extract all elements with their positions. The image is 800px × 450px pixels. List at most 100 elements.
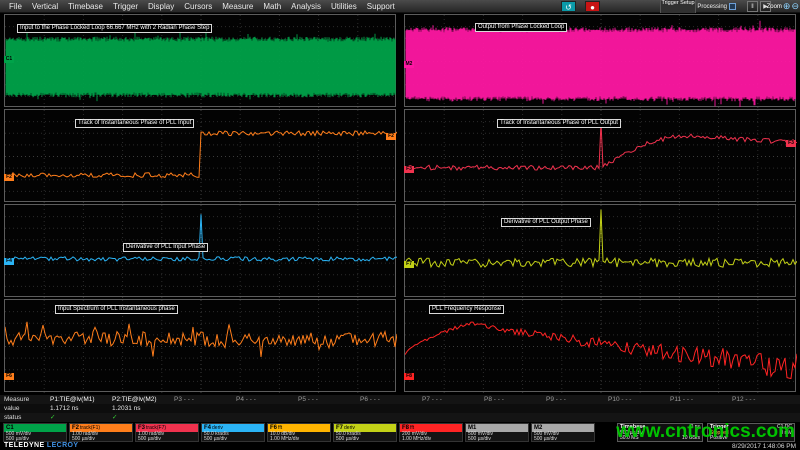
- panel-input-spectrum: Input Spectrum of PLL Instantaneous phas…: [4, 299, 396, 392]
- menu-item-display[interactable]: Display: [143, 0, 179, 13]
- zoom-out-icon[interactable]: ⊖: [791, 1, 799, 12]
- descriptor-F6[interactable]: F6fft10.0 dB/div1.00 MHz/div: [267, 423, 331, 442]
- brand-logo: TELEDYNE LECROY: [4, 442, 78, 449]
- processing-indicator: Processing: [697, 3, 736, 10]
- panel-title-deriv-output: Derivative of PLL Output Phase: [501, 218, 591, 227]
- measure-name-P10[interactable]: P10 - - -: [608, 395, 670, 404]
- panel-track-input: Track of Instantaneous Phase of PLL Inpu…: [4, 109, 396, 202]
- measure-name-P4[interactable]: P4 - - -: [236, 395, 298, 404]
- trace-tag-F4[interactable]: F4: [4, 258, 14, 265]
- waveform-deriv-output: [405, 205, 797, 298]
- measure-name-P7[interactable]: P7 - - -: [422, 395, 484, 404]
- measure-value-P6: [360, 404, 422, 413]
- descriptor-M2[interactable]: M2500 mV/div500 µs/div: [531, 423, 595, 442]
- panel-title-pll-output: Output from Phase Locked Loop: [475, 23, 567, 32]
- measure-status-P1: ✓: [50, 413, 112, 422]
- measure-value-P10: [608, 404, 670, 413]
- panel-deriv-input: Derivative of PLL Input Phase F4: [4, 204, 396, 297]
- panel-pll-input: Input to the Phase Locked Loop 66.667 MH…: [4, 14, 396, 107]
- measure-name-P8[interactable]: P8 - - -: [484, 395, 546, 404]
- panel-title-pll-input: Input to the Phase Locked Loop 66.667 MH…: [17, 24, 212, 33]
- measure-value-P7: [422, 404, 484, 413]
- panel-pll-output: Output from Phase Locked Loop M2: [404, 14, 796, 107]
- measure-row-label-value: value: [0, 404, 50, 413]
- datetime-label: 8/29/2017 1:48:06 PM: [732, 443, 796, 450]
- menu-item-cursors[interactable]: Cursors: [179, 0, 217, 13]
- record-icon[interactable]: ●: [585, 1, 600, 12]
- descriptor-F7[interactable]: F7deriv50.0 krad/s500 µs/div: [333, 423, 397, 442]
- trace-tag-F2[interactable]: F2: [4, 174, 14, 181]
- menu-item-trigger[interactable]: Trigger: [108, 0, 143, 13]
- measure-status-P2: ✓: [112, 413, 174, 422]
- brand-lecroy: LECROY: [47, 442, 79, 449]
- panel-title-deriv-input: Derivative of PLL Input Phase: [123, 243, 208, 252]
- waveform-track-input: [5, 110, 397, 203]
- trace-level-tag-F2: F2: [386, 133, 396, 140]
- oscilloscope-screen: FileVerticalTimebaseTriggerDisplayCursor…: [0, 0, 800, 450]
- brand-teledyne: TELEDYNE: [4, 442, 45, 449]
- menu-item-vertical[interactable]: Vertical: [27, 0, 63, 13]
- measure-status-P7: [422, 413, 484, 422]
- descriptor-F4[interactable]: F4deriv50.0 krad/s500 µs/div: [201, 423, 265, 442]
- descriptor-F8[interactable]: F8fft200 mV/div1.00 MHz/div: [399, 423, 463, 442]
- measure-value-P2: 1.2031 ns: [112, 404, 174, 413]
- menu-item-utilities[interactable]: Utilities: [326, 0, 362, 13]
- menu-item-analysis[interactable]: Analysis: [286, 0, 326, 13]
- panel-title-input-spectrum: Input Spectrum of PLL Instantaneous phas…: [55, 305, 178, 314]
- measure-name-P9[interactable]: P9 - - -: [546, 395, 608, 404]
- zoom-in-icon[interactable]: ⊕: [783, 1, 791, 12]
- pause-button[interactable]: ‖: [747, 1, 758, 12]
- measure-name-P1[interactable]: P1:TIE@lv(M1): [50, 395, 112, 404]
- menu-item-timebase[interactable]: Timebase: [63, 0, 108, 13]
- measure-value-P12: [732, 404, 794, 413]
- descriptor-F3[interactable]: F3track(F7)1.00 rad/div500 µs/div: [135, 423, 199, 442]
- measure-row-label-status: status: [0, 413, 50, 422]
- measure-value-P1: 1.1712 ns: [50, 404, 112, 413]
- measure-value-P3: [174, 404, 236, 413]
- zoom-label: Zoom: [767, 4, 782, 10]
- measure-status-P4: [236, 413, 298, 422]
- trace-level-tag-F3: F3: [786, 140, 796, 147]
- menu-item-file[interactable]: File: [4, 0, 27, 13]
- measure-name-P12[interactable]: P12 - - -: [732, 395, 794, 404]
- measure-status-P8: [484, 413, 546, 422]
- measure-status-P3: [174, 413, 236, 422]
- panel-title-track-output: Track of Instantaneous Phase of PLL Outp…: [497, 119, 621, 128]
- descriptor-C1[interactable]: C1500 mV/div500 µs/div: [3, 423, 67, 442]
- descriptor-F2[interactable]: F2track(F1)1.00 rad/div500 µs/div: [69, 423, 133, 442]
- measure-name-P2[interactable]: P2:TIE@lv(M2): [112, 395, 174, 404]
- trace-tag-F8[interactable]: F8: [404, 373, 414, 380]
- descriptor-M1[interactable]: M1500 mV/div500 µs/div: [465, 423, 529, 442]
- footer-bar: TELEDYNE LECROY 8/29/2017 1:48:06 PM: [0, 442, 800, 450]
- measure-value-P11: [670, 404, 732, 413]
- undo-icon[interactable]: ↺: [561, 1, 576, 12]
- measure-status-P9: [546, 413, 608, 422]
- measure-table: MeasureP1:TIE@lv(M1)P2:TIE@lv(M2)P3 - - …: [0, 395, 800, 422]
- measure-name-P5[interactable]: P5 - - -: [298, 395, 360, 404]
- measure-value-P4: [236, 404, 298, 413]
- watermark-text: www.cntronics.com: [616, 421, 795, 443]
- panel-freq-response: PLL Frequency Response F8: [404, 299, 796, 392]
- trace-tag-M2[interactable]: M2: [404, 61, 414, 68]
- measure-name-P11[interactable]: P11 - - -: [670, 395, 732, 404]
- measure-status-P5: [298, 413, 360, 422]
- menu-item-support[interactable]: Support: [362, 0, 400, 13]
- panel-title-freq-response: PLL Frequency Response: [429, 305, 504, 314]
- menu-item-math[interactable]: Math: [258, 0, 286, 13]
- panel-track-output: Track of Instantaneous Phase of PLL Outp…: [404, 109, 796, 202]
- measure-value-P5: [298, 404, 360, 413]
- trace-tag-F6[interactable]: F6: [4, 373, 14, 380]
- trace-tag-F3[interactable]: F3: [404, 166, 414, 173]
- trigger-setup-button[interactable]: Trigger Setup: [660, 0, 696, 13]
- processing-label: Processing: [697, 4, 727, 10]
- descriptor-strip: C1500 mV/div500 µs/divF2track(F1)1.00 ra…: [3, 423, 595, 442]
- processing-icon: [729, 3, 736, 10]
- measure-name-P6[interactable]: P6 - - -: [360, 395, 422, 404]
- trace-tag-F7[interactable]: F7: [404, 261, 414, 268]
- measure-name-P3[interactable]: P3 - - -: [174, 395, 236, 404]
- trace-tag-C1[interactable]: C1: [4, 56, 14, 63]
- panel-title-track-input: Track of Instantaneous Phase of PLL Inpu…: [75, 119, 194, 128]
- waveform-pll-output: [405, 15, 797, 108]
- menu-item-measure[interactable]: Measure: [217, 0, 258, 13]
- zoom-controls: Zoom ⊕ ⊖: [767, 1, 799, 12]
